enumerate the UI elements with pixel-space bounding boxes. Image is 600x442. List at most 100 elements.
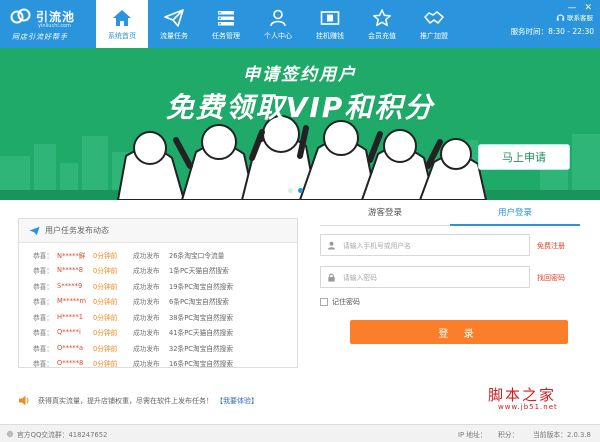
- nav-vip-recharge[interactable]: 会员充值: [356, 0, 408, 48]
- task-congrats: 恭喜：: [33, 251, 54, 260]
- task-congrats: 恭喜：: [33, 344, 54, 353]
- top-bar: 引流池 yinliuchi.com 网店引流好帮手 系统首页 流量任务 任务管理…: [0, 0, 600, 48]
- qq-group: 官方QQ交流群：418247652: [6, 429, 107, 439]
- task-row: 恭喜： Q*****i 0分钟前 成功发布 41条PC天猫自然搜索: [19, 325, 297, 341]
- task-congrats: 恭喜：: [33, 267, 54, 276]
- task-time: 0分钟前: [93, 267, 118, 276]
- customer-service-label: 联系客服: [567, 14, 593, 22]
- tab-guest-login[interactable]: 游客登录: [320, 200, 450, 226]
- star-icon: [373, 9, 391, 27]
- task-detail: 41条PC天猫自然搜索: [169, 329, 234, 338]
- task-time: 0分钟前: [93, 251, 118, 260]
- list-manage-icon: [218, 11, 234, 26]
- task-detail: 16条PC淘宝自然搜索: [169, 360, 234, 369]
- task-time: 0分钟前: [93, 329, 118, 338]
- headset-icon: [556, 13, 565, 21]
- watermark-url: www.jb51.net: [498, 403, 558, 411]
- task-row: 恭喜： M*****m 0分钟前 成功发布 6条PC淘宝自然搜索: [19, 294, 297, 310]
- login-button[interactable]: 登 录: [350, 320, 568, 344]
- promo-banner[interactable]: 申请签约用户 免费领取VIP和积分 马上申请: [0, 48, 600, 200]
- nav-home[interactable]: 系统首页: [96, 0, 148, 48]
- task-feed-header: 用户任务发布动态: [19, 219, 297, 243]
- speaker-icon: [19, 395, 29, 406]
- task-user: Q*****i: [57, 328, 81, 337]
- user-icon: [327, 241, 336, 250]
- logo-slogan: 网店引流好帮手: [12, 33, 68, 41]
- paper-plane-icon: [164, 9, 184, 27]
- phone-input[interactable]: 请输入手机号或用户名: [320, 234, 530, 256]
- handshake-icon: [424, 11, 444, 24]
- phone-input-placeholder: 请输入手机号或用户名: [343, 242, 411, 250]
- task-feed-panel: 用户任务发布动态 恭喜： N*****鲜 0分钟前 成功发布 26条淘宝口令流量 恭喜：…: [18, 218, 298, 368]
- task-time: 0分钟前: [93, 344, 118, 353]
- slide-dot-1[interactable]: [288, 188, 293, 193]
- service-hours-label: 服务时间：: [510, 27, 549, 36]
- ip-address-label: IP 地址：: [458, 430, 487, 439]
- nav-idle-earn-label: 挂机赚钱: [316, 32, 344, 40]
- banner-headline: 免费领取VIP和积分: [165, 91, 435, 124]
- promo-notice: 获得真实流量，提升店铺权重，尽需在软件上发布任务！ 【我要体验】: [18, 395, 258, 406]
- task-detail: 26条淘宝口令流量: [169, 251, 225, 260]
- task-row: 恭喜： N*****鲜 0分钟前 成功发布 26条淘宝口令流量: [19, 247, 297, 263]
- paper-plane-icon: [29, 226, 40, 235]
- watermark-text: 脚本之家: [488, 386, 557, 404]
- slide-dot-2[interactable]: [298, 188, 303, 193]
- task-detail: 38条PC淘宝自然搜索: [169, 313, 234, 322]
- task-feed-title: 用户任务发布动态: [45, 226, 109, 235]
- task-status: 成功发布: [133, 344, 160, 353]
- login-tabs: 游客登录 用户登录: [320, 200, 580, 226]
- logo-domain: yinliuchi.com: [38, 23, 72, 29]
- version-label: 当前版本：2.0.3.8: [533, 430, 591, 439]
- forgot-password-link[interactable]: 找回密码: [537, 273, 565, 283]
- task-status: 成功发布: [133, 313, 160, 322]
- task-row: 恭喜： O*****a 0分钟前 成功发布 32条PC淘宝自然搜索: [19, 340, 297, 356]
- qq-icon: [6, 430, 14, 437]
- points-label: 积分：: [498, 430, 519, 439]
- task-status: 成功发布: [133, 329, 160, 338]
- task-detail: 19条PC淘宝自然搜索: [169, 282, 234, 291]
- register-link[interactable]: 免费注册: [537, 241, 565, 251]
- nav-task-manage[interactable]: 任务管理: [200, 0, 252, 48]
- task-row: 恭喜： H*****1 0分钟前 成功发布 38条PC淘宝自然搜索: [19, 309, 297, 325]
- service-hours: 服务时间：8:30 - 22:30: [511, 26, 594, 37]
- tab-user-login[interactable]: 用户登录: [450, 200, 580, 226]
- task-congrats: 恭喜：: [33, 329, 54, 338]
- password-input[interactable]: 请输入密码: [320, 266, 530, 288]
- nav-promotion[interactable]: 推广加盟: [408, 0, 460, 48]
- promo-notice-text: 获得真实流量，提升店铺权重，尽需在软件上发布任务！: [38, 396, 213, 405]
- remember-checkbox[interactable]: [320, 298, 328, 306]
- try-now-link[interactable]: 【我要体验】: [216, 396, 258, 406]
- nav-user-center[interactable]: 个人中心: [252, 0, 304, 48]
- nav-idle-earn[interactable]: 挂机赚钱: [304, 0, 356, 48]
- nav-home-label: 系统首页: [108, 32, 136, 40]
- task-time: 0分钟前: [93, 313, 118, 322]
- task-detail: 6条PC淘宝自然搜索: [169, 298, 229, 307]
- user-icon: [270, 9, 286, 27]
- status-bar: 官方QQ交流群：418247652 IP 地址： 积分： 当前版本：2.0.3.…: [0, 424, 600, 442]
- task-user: S*****9: [57, 281, 83, 290]
- task-status: 成功发布: [133, 251, 160, 260]
- qq-group-text: 官方QQ交流群：418247652: [17, 430, 108, 439]
- home-icon: [113, 10, 131, 26]
- task-status: 成功发布: [133, 298, 160, 307]
- task-status: 成功发布: [133, 360, 160, 369]
- service-hours-time: 8:30 - 22:30: [548, 27, 594, 36]
- task-congrats: 恭喜：: [33, 298, 54, 307]
- banner-title: 申请签约用户: [243, 65, 357, 85]
- task-feed-list: 恭喜： N*****鲜 0分钟前 成功发布 26条淘宝口令流量 恭喜： N*****8 0分…: [19, 243, 297, 371]
- logo-cloud-icon: [10, 8, 31, 24]
- nav-traffic-task[interactable]: 流量任务: [148, 0, 200, 48]
- task-detail: 1条PC天猫自然搜索: [169, 267, 229, 276]
- task-status: 成功发布: [133, 267, 160, 276]
- task-congrats: 恭喜：: [33, 313, 54, 322]
- nav-promotion-label: 推广加盟: [420, 32, 448, 40]
- lock-icon: [328, 273, 335, 282]
- remember-password[interactable]: 记住密码: [320, 297, 360, 307]
- task-user: O*****a: [57, 343, 84, 352]
- customer-service[interactable]: 联系客服: [556, 12, 593, 22]
- apply-now-button[interactable]: 马上申请: [478, 144, 570, 170]
- task-congrats: 恭喜：: [33, 282, 54, 291]
- task-row: 恭喜： O*****8 0分钟前 成功发布 16条PC淘宝自然搜索: [19, 356, 297, 372]
- slide-indicators: [288, 188, 303, 193]
- nav-user-center-label: 个人中心: [264, 32, 292, 40]
